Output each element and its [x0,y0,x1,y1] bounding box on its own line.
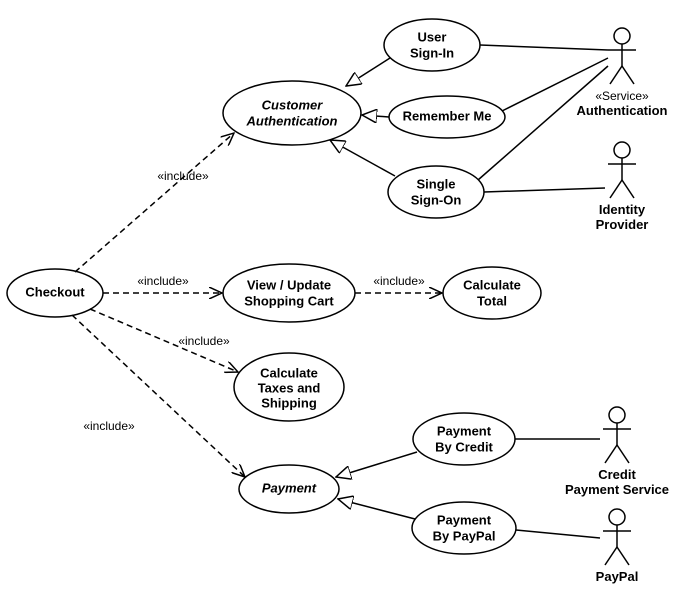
actor-identity-provider: Identity Provider [596,142,649,232]
usecase-user-sign-in-label-2: Sign-In [410,45,454,60]
usecase-payment: Payment [239,465,339,513]
actor-idp-label-2: Provider [596,217,649,232]
actor-authentication-service: «Service» Authentication [577,28,668,118]
include-label: «include» [373,274,425,288]
usecase-customer-authentication-label-1: Customer [262,97,324,112]
gen-remember-to-auth [362,115,389,117]
usecase-pay-paypal-label-2: By PayPal [433,528,496,543]
usecase-pay-credit-label-1: Payment [437,423,492,438]
usecase-customer-authentication-label-2: Authentication [246,113,338,128]
usecase-calc-tax-label-2: Taxes and [258,380,321,395]
usecase-user-sign-in-label-1: User [418,29,447,44]
usecase-single-sign-on-label-1: Single [416,176,455,191]
include-checkout-to-auth: «include» [75,133,234,272]
usecase-cart-label-2: Shopping Cart [244,293,334,308]
gen-sso-to-auth [330,140,395,176]
stickman-icon [603,509,631,565]
usecase-payment-label: Payment [262,480,317,495]
usecase-payment-by-credit: Payment By Credit [413,413,515,465]
usecase-cart-label-1: View / Update [247,277,331,292]
usecase-customer-authentication: Customer Authentication [223,81,361,145]
usecase-calc-tax-label-3: Shipping [261,395,317,410]
assoc-paypal-to-paypaypal [516,530,600,538]
stickman-icon [603,407,631,463]
actor-credit-label-1: Credit [598,467,636,482]
actor-idp-label-1: Identity [599,202,646,217]
actor-paypal: PayPal [596,509,639,584]
stickman-icon [608,28,636,84]
usecase-single-sign-on-label-2: Sign-On [411,192,462,207]
actor-paypal-label: PayPal [596,569,639,584]
usecase-calculate-total: Calculate Total [443,267,541,319]
usecase-remember-me: Remember Me [389,96,505,138]
usecase-remember-me-label: Remember Me [403,108,492,123]
stickman-icon [608,142,636,198]
usecase-checkout-label: Checkout [25,284,85,299]
include-label: «include» [178,334,230,348]
include-label: «include» [83,419,135,433]
include-label: «include» [137,274,189,288]
actor-auth-stereotype: «Service» [595,89,649,103]
usecase-calc-tax-label-1: Calculate [260,365,318,380]
usecase-calculate-taxes-and-shipping: Calculate Taxes and Shipping [234,353,344,421]
include-checkout-to-cart: «include» [103,274,222,293]
usecase-user-sign-in: User Sign-In [384,19,480,71]
include-checkout-to-calc-tax: «include» [90,309,238,372]
usecase-calculate-total-label-2: Total [477,293,507,308]
gen-signin-to-auth [346,58,390,86]
usecase-payment-by-paypal: Payment By PayPal [412,502,516,554]
actor-credit-payment-service: Credit Payment Service [565,407,669,497]
usecase-calculate-total-label-1: Calculate [463,277,521,292]
actor-auth-label: Authentication [577,103,668,118]
include-label: «include» [157,169,209,183]
gen-paypaypal-to-payment [338,499,415,519]
usecase-single-sign-on: Single Sign-On [388,166,484,218]
usecase-pay-paypal-label-1: Payment [437,512,492,527]
usecase-checkout: Checkout [7,269,103,317]
usecase-view-update-shopping-cart: View / Update Shopping Cart [223,264,355,322]
usecase-pay-credit-label-2: By Credit [435,439,493,454]
assoc-auth-to-signin [480,45,608,50]
actor-credit-label-2: Payment Service [565,482,669,497]
include-cart-to-calc-total: «include» [355,274,442,293]
gen-paycredit-to-payment [336,452,417,477]
assoc-idp-to-sso [484,188,605,192]
